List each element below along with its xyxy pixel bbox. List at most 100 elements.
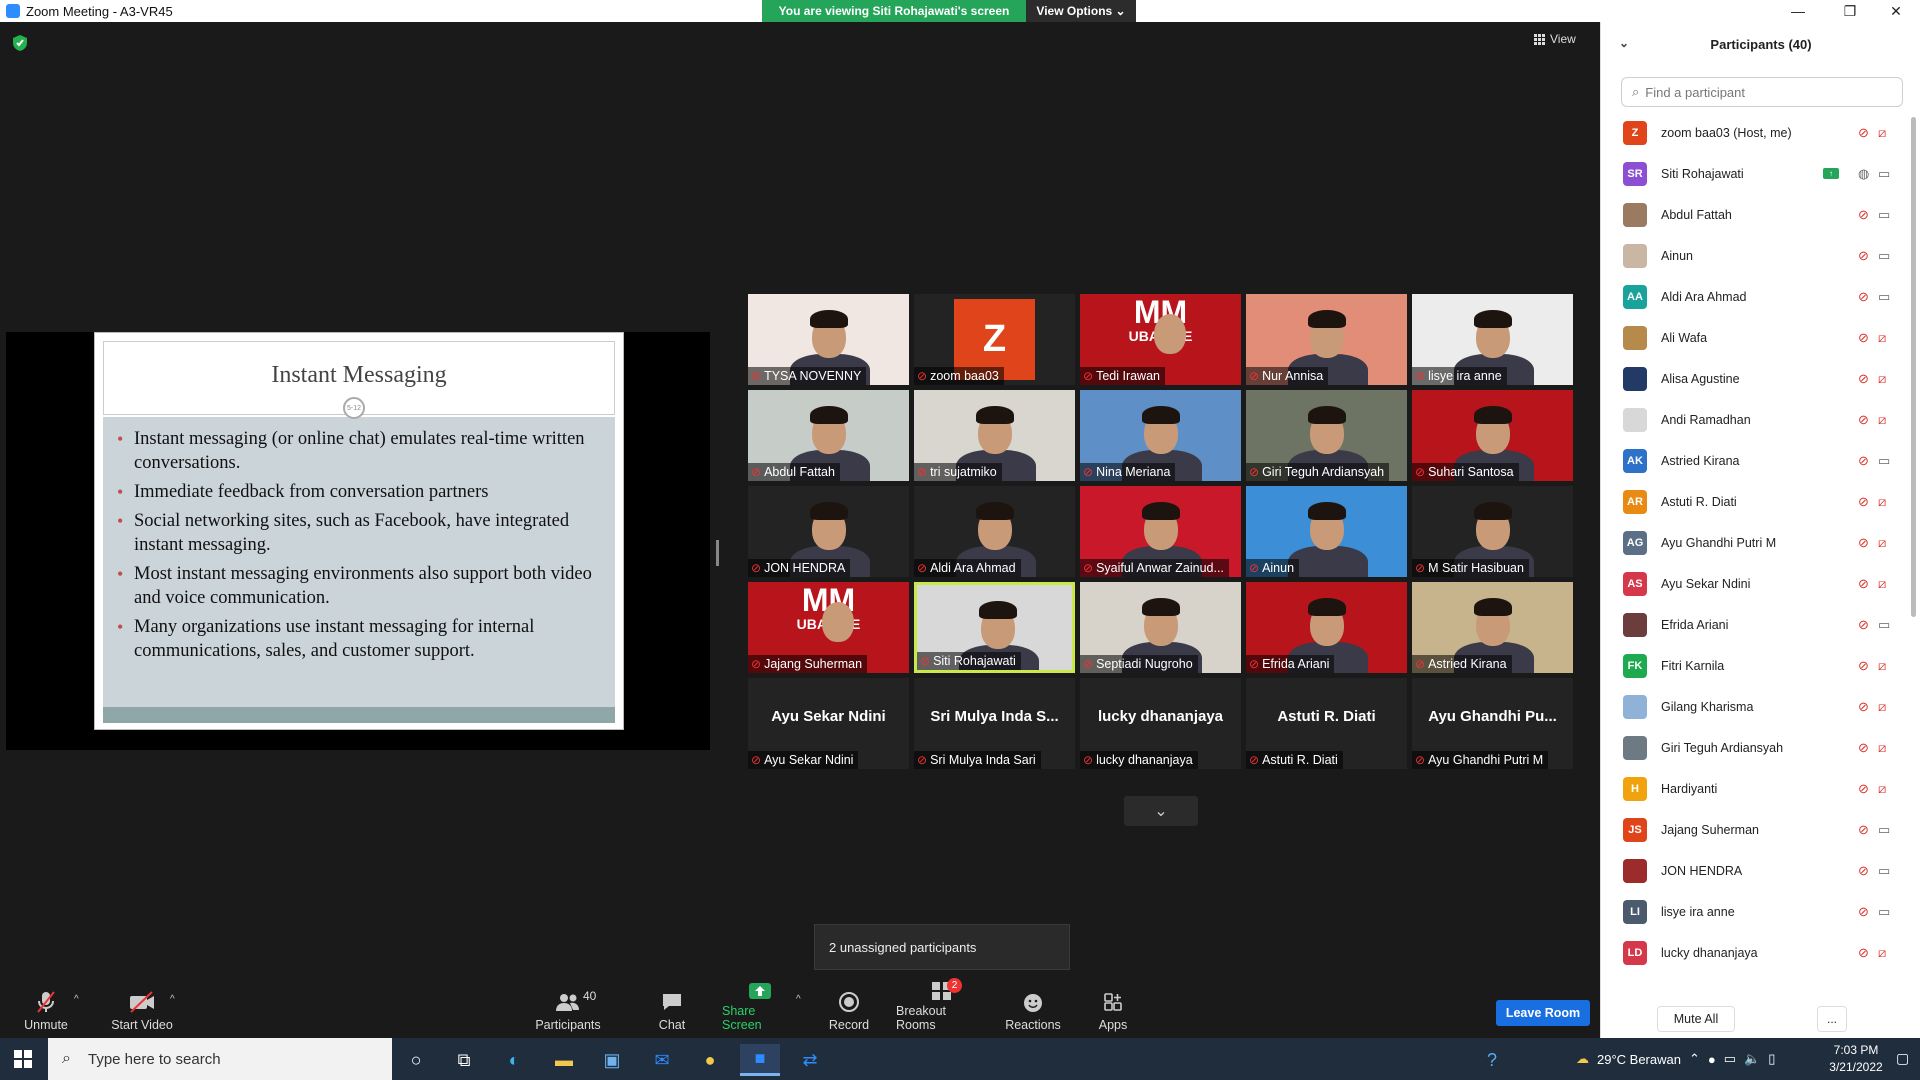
muted-mic-icon[interactable]: ⊘ — [1858, 658, 1869, 674]
video-tile[interactable]: lucky dhananjaya ⊘ lucky dhananjaya — [1080, 678, 1241, 769]
video-camera-icon[interactable]: ▭ — [1878, 289, 1890, 305]
shared-screen[interactable]: Instant Messaging 5-12 Instant messaging… — [6, 332, 710, 750]
video-tile[interactable]: ⊘ TYSA NOVENNY — [748, 294, 909, 385]
video-tile[interactable]: ⊘ M Satir Hasibuan — [1412, 486, 1573, 577]
mail-icon[interactable]: ✉ — [642, 1044, 682, 1076]
volume-icon[interactable]: 🔈 — [1744, 1051, 1760, 1067]
video-tile[interactable]: ⊘ tri sujatmiko — [914, 390, 1075, 481]
participant-row[interactable]: LD lucky dhananjaya ⊘ ⧄ — [1601, 932, 1911, 973]
reactions-button[interactable]: Reactions — [1004, 980, 1062, 1038]
weather-text[interactable]: 29°C Berawan — [1597, 1052, 1681, 1067]
muted-mic-icon[interactable]: ⊘ — [1858, 740, 1869, 756]
close-button[interactable]: ✕ — [1876, 0, 1916, 22]
taskbar-search-box[interactable]: ⌕ Type here to search — [48, 1038, 392, 1080]
video-tile[interactable]: ⊘ Septiadi Nugroho — [1080, 582, 1241, 673]
video-tile[interactable]: Ayu Ghandhi Pu... ⊘ Ayu Ghandhi Putri M — [1412, 678, 1573, 769]
muted-mic-icon[interactable]: ⊘ — [1858, 412, 1869, 428]
chat-button[interactable]: Chat — [652, 980, 692, 1038]
muted-mic-icon[interactable]: ⊘ — [1858, 699, 1869, 715]
participant-row[interactable]: Giri Teguh Ardiansyah ⊘ ⧄ — [1601, 727, 1911, 768]
taskbar-clock[interactable]: 7:03 PM 3/21/2022 — [1816, 1042, 1896, 1076]
encryption-shield-icon[interactable] — [12, 34, 28, 52]
video-tile[interactable]: ⊘ Astried Kirana — [1412, 582, 1573, 673]
restore-button[interactable]: ❐ — [1830, 0, 1870, 22]
breakout-rooms-button[interactable]: 2 Breakout Rooms — [896, 978, 988, 1038]
mute-all-button[interactable]: Mute All — [1657, 1006, 1735, 1032]
video-off-icon[interactable]: ⧄ — [1878, 576, 1886, 592]
video-tile[interactable]: ⊘ Efrida Ariani — [1246, 582, 1407, 673]
video-camera-icon[interactable]: ▭ — [1878, 822, 1890, 838]
notifications-icon[interactable]: ▢ — [1896, 1050, 1909, 1067]
video-camera-icon[interactable]: ▭ — [1878, 248, 1890, 264]
participant-row[interactable]: FK Fitri Karnila ⊘ ⧄ — [1601, 645, 1911, 686]
apps-button[interactable]: Apps — [1096, 980, 1130, 1038]
unmute-button[interactable]: Unmute — [20, 980, 72, 1038]
participant-row[interactable]: Andi Ramadhan ⊘ ⧄ — [1601, 399, 1911, 440]
video-tile[interactable]: ⊘ Suhari Santosa — [1412, 390, 1573, 481]
participant-row[interactable]: AR Astuti R. Diati ⊘ ⧄ — [1601, 481, 1911, 522]
video-tile[interactable]: ⊘ JON HENDRA — [748, 486, 909, 577]
muted-mic-icon[interactable]: ⊘ — [1858, 248, 1869, 264]
participant-row[interactable]: Alisa Agustine ⊘ ⧄ — [1601, 358, 1911, 399]
network-icon[interactable]: ▭ — [1724, 1051, 1736, 1067]
muted-mic-icon[interactable]: ⊘ — [1858, 945, 1869, 961]
video-tile[interactable]: ⊘ lisye ira anne — [1412, 294, 1573, 385]
teamviewer-icon[interactable]: ⇄ — [790, 1044, 830, 1076]
video-off-icon[interactable]: ⧄ — [1878, 781, 1886, 797]
participant-row[interactable]: Zzoom baa03 (Host, me) ⊘ ⧄ — [1601, 112, 1911, 153]
help-icon[interactable]: ? — [1472, 1044, 1512, 1076]
share-options-caret-icon[interactable]: ^ — [796, 994, 801, 1005]
video-tile[interactable]: Sri Mulya Inda S... ⊘ Sri Mulya Inda Sari — [914, 678, 1075, 769]
muted-mic-icon[interactable]: ⊘ — [1858, 904, 1869, 920]
participant-row[interactable]: Efrida Ariani ⊘ ▭ — [1601, 604, 1911, 645]
video-camera-icon[interactable]: ▭ — [1878, 904, 1890, 920]
weather-cloud-icon[interactable]: ☁ — [1576, 1051, 1589, 1067]
video-off-icon[interactable]: ⧄ — [1878, 371, 1886, 387]
video-tile[interactable]: ⊘ Ainun — [1246, 486, 1407, 577]
participants-button[interactable]: 40 Participants — [534, 980, 602, 1038]
video-off-icon[interactable]: ⧄ — [1878, 494, 1886, 510]
video-tile[interactable]: MMUBAKRIE⊘Jajang Suherman — [748, 582, 909, 673]
leave-room-button[interactable]: Leave Room — [1496, 1000, 1590, 1026]
video-tile[interactable]: ⊘ Nina Meriana — [1080, 390, 1241, 481]
view-options-button[interactable]: View Options ⌄ — [1026, 0, 1136, 22]
participant-row[interactable]: Gilang Kharisma ⊘ ⧄ — [1601, 686, 1911, 727]
video-off-icon[interactable]: ⧄ — [1878, 945, 1886, 961]
muted-mic-icon[interactable]: ⊘ — [1858, 781, 1869, 797]
unassigned-participants-notice[interactable]: 2 unassigned participants — [814, 924, 1070, 970]
muted-mic-icon[interactable]: ⊘ — [1858, 863, 1869, 879]
cortana-icon[interactable]: ○ — [396, 1044, 436, 1076]
video-tile[interactable]: ⊘ Aldi Ara Ahmad — [914, 486, 1075, 577]
participant-row[interactable]: LI lisye ira anne ⊘ ▭ — [1601, 891, 1911, 932]
split-view-handle[interactable] — [716, 540, 719, 566]
video-camera-icon[interactable]: ▭ — [1878, 166, 1890, 182]
find-participant-input[interactable]: ⌕ Find a participant — [1621, 77, 1903, 107]
tray-chevron-icon[interactable]: ⌃ — [1689, 1051, 1700, 1067]
view-layout-button[interactable]: View — [1534, 32, 1576, 46]
video-off-icon[interactable]: ⧄ — [1878, 330, 1886, 346]
language-icon[interactable]: ▯ — [1768, 1051, 1775, 1067]
video-camera-icon[interactable]: ▭ — [1878, 863, 1890, 879]
participant-row[interactable]: AK Astried Kirana ⊘ ▭ — [1601, 440, 1911, 481]
zoom-taskbar-icon[interactable]: ■ — [740, 1044, 780, 1076]
participants-scrollbar[interactable] — [1911, 117, 1916, 617]
muted-mic-icon[interactable]: ◍ — [1858, 166, 1869, 182]
muted-mic-icon[interactable]: ⊘ — [1858, 371, 1869, 387]
video-tile[interactable]: Ayu Sekar Ndini ⊘ Ayu Sekar Ndini — [748, 678, 909, 769]
video-camera-icon[interactable]: ▭ — [1878, 617, 1890, 633]
video-tile[interactable]: Astuti R. Diati ⊘ Astuti R. Diati — [1246, 678, 1407, 769]
gallery-next-page-button[interactable]: ⌄ — [1124, 796, 1198, 826]
chrome-browser-icon[interactable]: ● — [690, 1044, 730, 1076]
more-options-button[interactable]: ... — [1817, 1006, 1847, 1032]
video-camera-icon[interactable]: ▭ — [1878, 207, 1890, 223]
video-off-icon[interactable]: ⧄ — [1878, 658, 1886, 674]
microsoft-store-icon[interactable]: ▣ — [592, 1044, 632, 1076]
video-tile[interactable]: MMUBAKRIE⊘Tedi Irawan — [1080, 294, 1241, 385]
participant-row[interactable]: Abdul Fattah ⊘ ▭ — [1601, 194, 1911, 235]
participant-row[interactable]: Ali Wafa ⊘ ⧄ — [1601, 317, 1911, 358]
video-tile[interactable]: ⊘ Abdul Fattah — [748, 390, 909, 481]
participant-row[interactable]: JON HENDRA ⊘ ▭ — [1601, 850, 1911, 891]
file-explorer-icon[interactable]: ▬ — [544, 1044, 584, 1076]
audio-options-caret-icon[interactable]: ^ — [74, 994, 79, 1005]
share-screen-button[interactable]: Share Screen — [722, 980, 798, 1038]
